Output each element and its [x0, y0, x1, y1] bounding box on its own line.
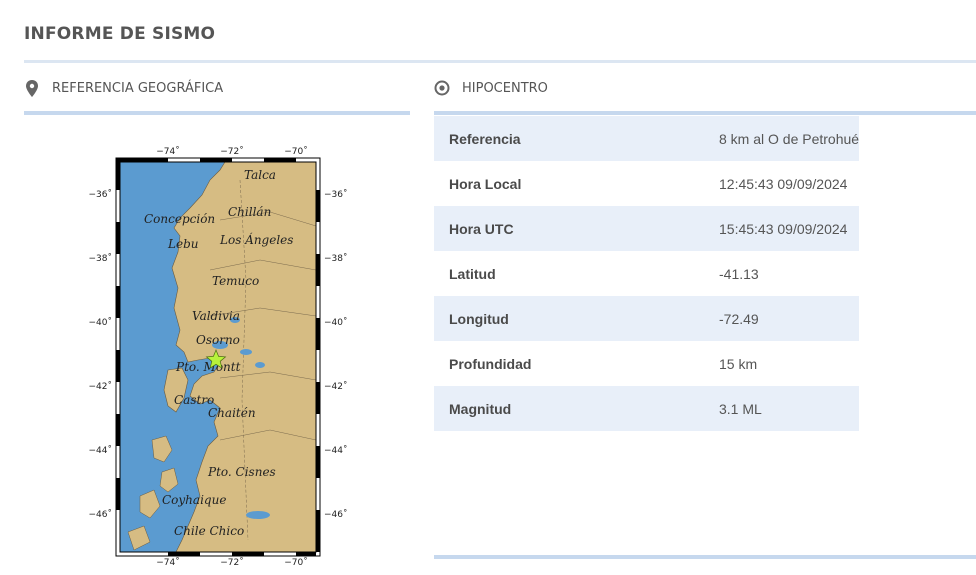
left-tick-label: −40˚: [89, 317, 113, 328]
hypo-section-header: HIPOCENTRO: [434, 80, 548, 96]
bottom-tick-label: −74˚: [156, 557, 180, 568]
city-label: Coyhaique: [162, 493, 226, 507]
table-row: Longitud -72.49: [434, 296, 860, 341]
city-label: Pto. Montt: [175, 360, 241, 374]
city-label: Concepción: [144, 212, 215, 226]
city-label: Talca: [244, 168, 276, 182]
table-row: Hora Local 12:45:43 09/09/2024: [434, 161, 860, 206]
right-tick-label: −46˚: [324, 509, 348, 520]
table-row: Hora UTC 15:45:43 09/09/2024: [434, 206, 860, 251]
hypo-section-title: HIPOCENTRO: [462, 80, 548, 96]
row-value-profundidad: 15 km: [719, 355, 758, 372]
table-row: Profundidad 15 km: [434, 341, 860, 386]
left-tick-label: −36˚: [89, 189, 113, 200]
bottom-tick-label: −70˚: [284, 557, 308, 568]
row-value-hora-local: 12:45:43 09/09/2024: [719, 175, 848, 192]
top-tick-label: −72˚: [220, 146, 244, 157]
row-value-hora-utc: 15:45:43 09/09/2024: [719, 220, 848, 237]
city-label: Los Ángeles: [219, 232, 293, 247]
city-label: Osorno: [196, 333, 240, 347]
city-label: Chile Chico: [174, 524, 244, 538]
city-label: Chaitén: [208, 406, 256, 420]
city-label: Lebu: [167, 237, 198, 251]
row-value-longitud: -72.49: [719, 310, 759, 327]
table-row: Magnitud 3.1 ML: [434, 386, 860, 431]
row-value-referencia: 8 km al O de Petrohué: [719, 130, 860, 147]
right-tick-label: −36˚: [324, 189, 348, 200]
city-label: Chillán: [228, 205, 271, 219]
hypo-bottom-divider: [434, 555, 976, 559]
map-pin-icon: [24, 79, 40, 97]
row-label-magnitud: Magnitud: [449, 400, 512, 417]
right-tick-label: −42˚: [324, 381, 348, 392]
right-tick-label: −40˚: [324, 317, 348, 328]
hypo-section-divider: [434, 111, 976, 115]
hypocenter-table: Referencia 8 km al O de Petrohué Hora Lo…: [434, 116, 860, 431]
row-label-longitud: Longitud: [449, 310, 509, 327]
right-tick-label: −38˚: [324, 253, 348, 264]
table-row: Referencia 8 km al O de Petrohué: [434, 116, 860, 161]
geo-section-title: REFERENCIA GEOGRÁFICA: [52, 80, 224, 96]
row-label-hora-utc: Hora UTC: [449, 220, 514, 237]
row-label-profundidad: Profundidad: [449, 355, 532, 372]
city-label: Castro: [174, 393, 214, 407]
epicenter-map[interactable]: −74˚ −72˚ −70˚ −74˚ −72˚ −70˚ −36˚ −38˚ …: [70, 140, 360, 570]
title-divider: [24, 60, 976, 63]
right-tick-label: −44˚: [324, 445, 348, 456]
left-tick-label: −38˚: [89, 253, 113, 264]
geo-section-header: REFERENCIA GEOGRÁFICA: [24, 79, 224, 97]
geo-section-divider: [24, 111, 410, 115]
row-value-magnitud: 3.1 ML: [719, 400, 762, 417]
left-tick-label: −42˚: [89, 381, 113, 392]
page-title: INFORME DE SISMO: [24, 24, 216, 44]
city-label: Valdivia: [192, 309, 240, 323]
target-icon: [434, 80, 450, 96]
left-tick-label: −46˚: [89, 509, 113, 520]
city-label: Temuco: [212, 274, 259, 288]
left-tick-label: −44˚: [89, 445, 113, 456]
row-label-referencia: Referencia: [449, 130, 521, 147]
top-tick-label: −70˚: [284, 146, 308, 157]
row-label-hora-local: Hora Local: [449, 175, 522, 192]
top-tick-label: −74˚: [156, 146, 180, 157]
row-value-latitud: -41.13: [719, 265, 759, 282]
row-label-latitud: Latitud: [449, 265, 496, 282]
table-row: Latitud -41.13: [434, 251, 860, 296]
bottom-tick-label: −72˚: [220, 557, 244, 568]
city-label: Pto. Cisnes: [207, 465, 276, 479]
